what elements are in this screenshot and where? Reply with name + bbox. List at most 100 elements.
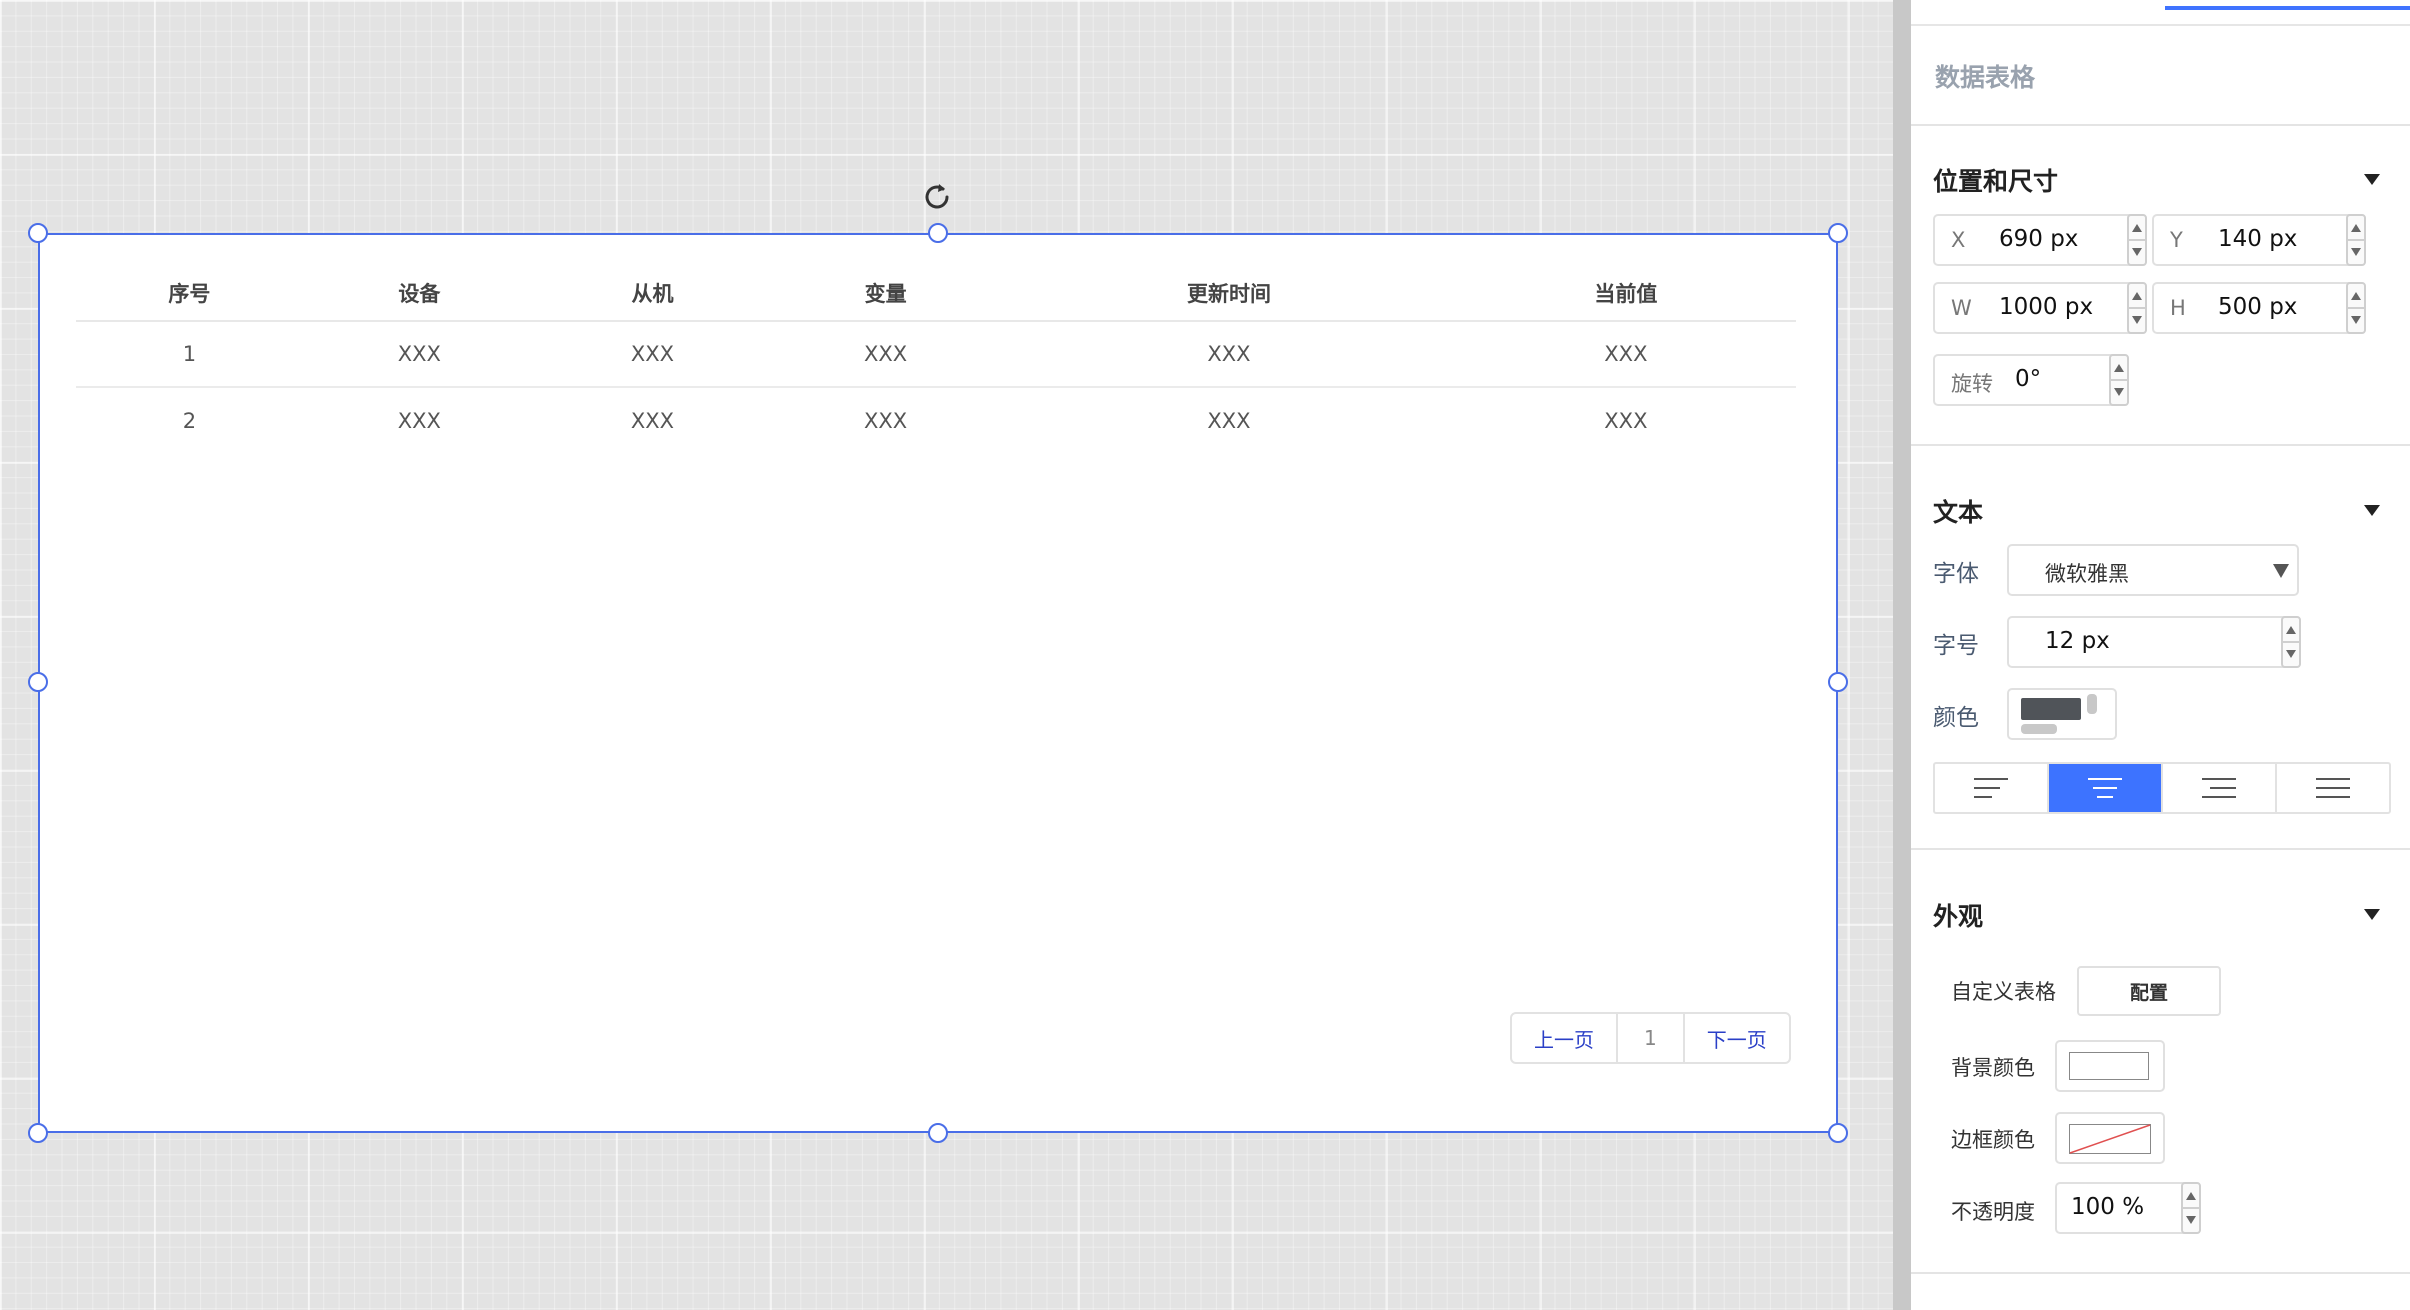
font-size-stepper[interactable]	[2281, 616, 2301, 668]
w-stepper[interactable]	[2127, 282, 2147, 334]
collapse-caret-icon[interactable]	[2364, 909, 2380, 920]
prev-page-button[interactable]: 上一页	[1512, 1014, 1616, 1062]
tab-data[interactable]	[1911, 0, 2165, 10]
data-table-widget[interactable]: 序号 设备 从机 变量 更新时间 当前值 1 XXX XXX XXX XXX X…	[38, 233, 1838, 1133]
column-header: 从机	[535, 265, 770, 322]
font-size-input[interactable]: 12 px	[2007, 616, 2301, 668]
table-row: 2 XXX XXX XXX XXX XXX	[76, 387, 1796, 453]
panel-divider[interactable]	[1893, 0, 1911, 1310]
table-cell: XXX	[1604, 408, 1648, 433]
border-color-label: 边框颜色	[1951, 1128, 2035, 1152]
panel-tab-bar	[1911, 0, 2410, 26]
height-input[interactable]: H 500 px	[2152, 282, 2366, 334]
rotation-input[interactable]: 旋转 0°	[1933, 354, 2129, 406]
collapse-caret-icon[interactable]	[2364, 174, 2380, 185]
y-label: Y	[2170, 228, 2183, 252]
x-stepper[interactable]	[2127, 214, 2147, 266]
resize-handle-right[interactable]	[1828, 672, 1848, 692]
rotate-icon[interactable]	[920, 180, 954, 214]
table-cell: XXX	[302, 321, 536, 388]
rotate-stepper[interactable]	[2109, 354, 2129, 406]
resize-handle-top[interactable]	[928, 223, 948, 243]
dropdown-arrow-icon	[2273, 564, 2289, 578]
resize-handle-top-left[interactable]	[28, 223, 48, 243]
table-cell: XXX	[1455, 321, 1796, 388]
align-right-button[interactable]	[2163, 764, 2277, 812]
table-cell: XXX	[630, 408, 675, 433]
x-value: 690 px	[1999, 226, 2079, 252]
align-center-button[interactable]	[2049, 764, 2163, 812]
column-header: 变量	[769, 265, 1003, 322]
color-label: 颜色	[1933, 705, 1979, 731]
column-header: 设备	[302, 265, 536, 322]
table-cell: XXX	[535, 321, 770, 388]
section-title-appearance: 外观	[1933, 902, 1984, 931]
font-size-label: 字号	[1933, 633, 1979, 659]
w-label: W	[1951, 296, 1972, 320]
opacity-input[interactable]: 100 %	[2055, 1182, 2201, 1234]
align-justify-icon	[2316, 778, 2350, 798]
column-header: 当前值	[1455, 265, 1796, 322]
background-color-swatch	[2069, 1052, 2149, 1080]
divider	[1911, 1272, 2410, 1274]
rotate-value: 0°	[2015, 366, 2042, 392]
text-color-picker[interactable]	[2007, 688, 2117, 740]
no-color-swatch-icon	[2069, 1124, 2151, 1154]
table-cell: 1	[76, 321, 303, 388]
table-cell: XXX	[769, 321, 1003, 388]
w-value: 1000 px	[1999, 294, 2094, 320]
table-cell: 2	[182, 408, 197, 433]
next-page-button[interactable]: 下一页	[1685, 1014, 1789, 1062]
section-title-text: 文本	[1933, 498, 1984, 527]
width-input[interactable]: W 1000 px	[1933, 282, 2147, 334]
resize-handle-bottom-left[interactable]	[28, 1123, 48, 1143]
align-justify-button[interactable]	[2277, 764, 2389, 812]
column-header: 更新时间	[1002, 265, 1456, 322]
align-left-icon	[1974, 778, 2008, 798]
font-select[interactable]: 微软雅黑	[2007, 544, 2299, 596]
table-cell: XXX	[397, 408, 441, 433]
panel-title: 数据表格	[1935, 63, 2036, 92]
text-align-group	[1933, 762, 2391, 814]
h-stepper[interactable]	[2346, 282, 2366, 334]
color-alpha-bar	[2021, 724, 2057, 734]
section-title-position: 位置和尺寸	[1933, 167, 2059, 196]
y-stepper[interactable]	[2346, 214, 2366, 266]
resize-handle-left[interactable]	[28, 672, 48, 692]
divider	[1911, 124, 2410, 126]
font-value: 微软雅黑	[2045, 562, 2129, 586]
custom-table-label: 自定义表格	[1951, 980, 2056, 1004]
color-swatch	[2021, 698, 2081, 720]
font-label: 字体	[1933, 561, 1979, 587]
opacity-stepper[interactable]	[2181, 1182, 2201, 1234]
config-button[interactable]: 配置	[2077, 966, 2221, 1016]
x-input[interactable]: X 690 px	[1933, 214, 2147, 266]
border-color-picker[interactable]	[2055, 1112, 2165, 1164]
resize-handle-bottom-right[interactable]	[1828, 1123, 1848, 1143]
align-left-button[interactable]	[1935, 764, 2049, 812]
table-row: 1 XXX XXX XXX XXX XXX	[76, 321, 1796, 388]
divider	[1911, 848, 2410, 850]
h-label: H	[2170, 296, 2186, 320]
resize-handle-bottom[interactable]	[928, 1123, 948, 1143]
color-opacity-slider	[2087, 694, 2097, 714]
x-label: X	[1951, 228, 1966, 252]
design-canvas[interactable]: 序号 设备 从机 变量 更新时间 当前值 1 XXX XXX XXX XXX X…	[0, 0, 1893, 1310]
table-header-row: 序号 设备 从机 变量 更新时间 当前值	[76, 265, 1796, 322]
h-value: 500 px	[2218, 294, 2298, 320]
background-color-label: 背景颜色	[1951, 1056, 2035, 1080]
opacity-label: 不透明度	[1951, 1200, 2035, 1224]
y-value: 140 px	[2218, 226, 2298, 252]
current-page[interactable]: 1	[1616, 1014, 1685, 1062]
resize-handle-top-right[interactable]	[1828, 223, 1848, 243]
rotate-label: 旋转	[1951, 372, 1993, 396]
align-right-icon	[2202, 778, 2236, 798]
align-center-icon	[2088, 778, 2122, 798]
background-color-picker[interactable]	[2055, 1040, 2165, 1092]
tab-style[interactable]	[2165, 0, 2410, 10]
y-input[interactable]: Y 140 px	[2152, 214, 2366, 266]
column-header: 序号	[76, 265, 303, 322]
collapse-caret-icon[interactable]	[2364, 505, 2380, 516]
table-cell: XXX	[864, 408, 908, 433]
opacity-value: 100 %	[2071, 1194, 2145, 1220]
